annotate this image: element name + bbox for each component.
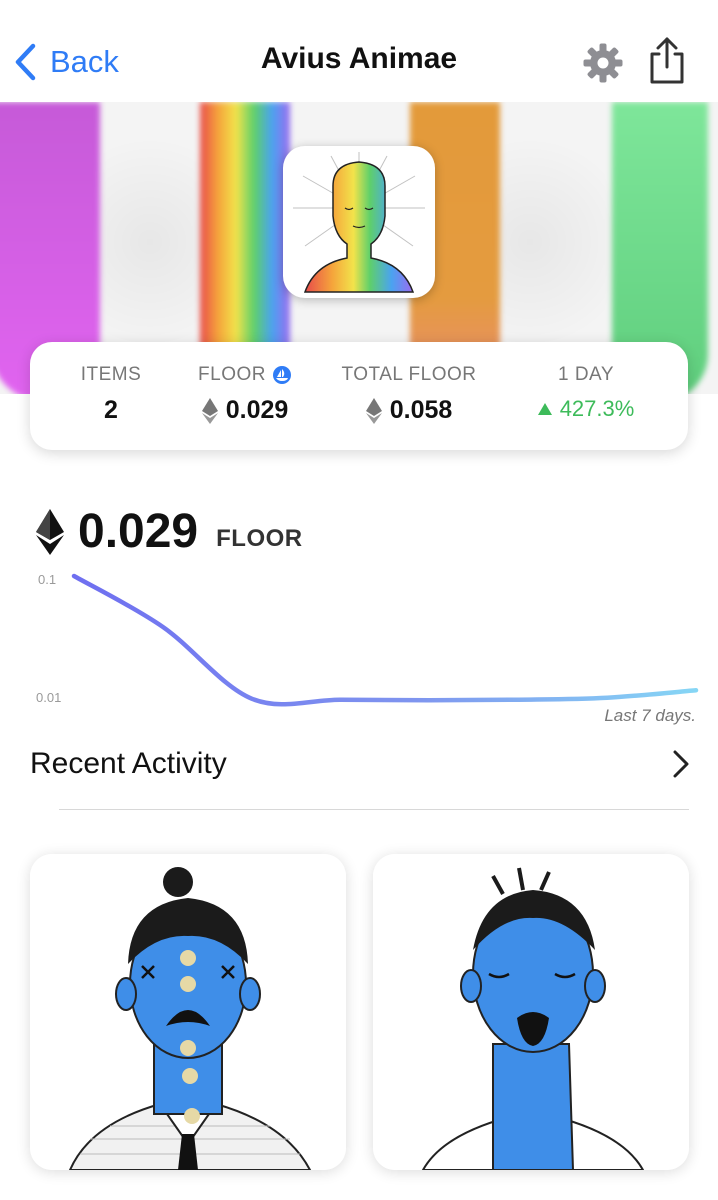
floor-label: FLOOR xyxy=(198,364,266,385)
stat-one-day: 1 DAY 427.3% xyxy=(526,364,646,422)
stat-total-floor: TOTAL FLOOR 0.058 xyxy=(334,364,484,425)
nft-item-card[interactable] xyxy=(373,854,689,1170)
items-label: ITEMS xyxy=(80,364,142,385)
collection-avatar xyxy=(283,146,435,298)
triangle-up-icon xyxy=(537,403,552,415)
floor-value-row: 0.029 xyxy=(180,396,310,425)
stat-floor: FLOOR 0.029 xyxy=(180,364,310,425)
nft-artwork xyxy=(373,854,689,1170)
day-label: 1 DAY xyxy=(557,364,614,385)
nav-bar: Back Avius Animae xyxy=(0,0,718,102)
floor-price-header: 0.029 FLOOR xyxy=(36,504,303,559)
divider xyxy=(59,809,689,810)
ethereum-icon xyxy=(36,508,64,555)
items-value: 2 xyxy=(104,396,118,424)
chevron-right-icon xyxy=(673,750,689,778)
floor-value: 0.029 xyxy=(225,396,289,424)
y-tick-label: 0.01 xyxy=(36,690,61,705)
stat-items: ITEMS 2 xyxy=(66,364,156,425)
nft-artwork xyxy=(30,854,346,1170)
recent-activity-label: Recent Activity xyxy=(30,747,227,780)
floor-label-row: FLOOR xyxy=(180,364,310,386)
avatar-artwork xyxy=(293,152,425,293)
chart-caption: Last 7 days. xyxy=(604,706,696,725)
total-floor-value-row: 0.058 xyxy=(334,396,484,425)
day-change-row: 427.3% xyxy=(526,396,646,422)
chart-series-line xyxy=(71,573,699,707)
nft-item-card[interactable] xyxy=(30,854,346,1170)
stats-card: ITEMS 2 FLOOR 0.029 TOTAL FLOOR 0.058 1 … xyxy=(30,342,688,450)
ethereum-icon xyxy=(365,397,382,424)
gear-icon[interactable] xyxy=(582,42,624,84)
recent-activity-row[interactable]: Recent Activity xyxy=(30,742,690,786)
floor-price-unit: FLOOR xyxy=(216,524,303,552)
y-tick-label: 0.1 xyxy=(38,572,56,587)
total-floor-label: TOTAL FLOOR xyxy=(341,364,477,385)
opensea-icon[interactable] xyxy=(272,365,292,385)
floor-price-value: 0.029 xyxy=(78,505,199,558)
share-icon[interactable] xyxy=(646,36,688,86)
total-floor-value: 0.058 xyxy=(389,396,453,424)
ethereum-icon xyxy=(201,397,218,424)
day-change-value: 427.3% xyxy=(559,396,635,421)
